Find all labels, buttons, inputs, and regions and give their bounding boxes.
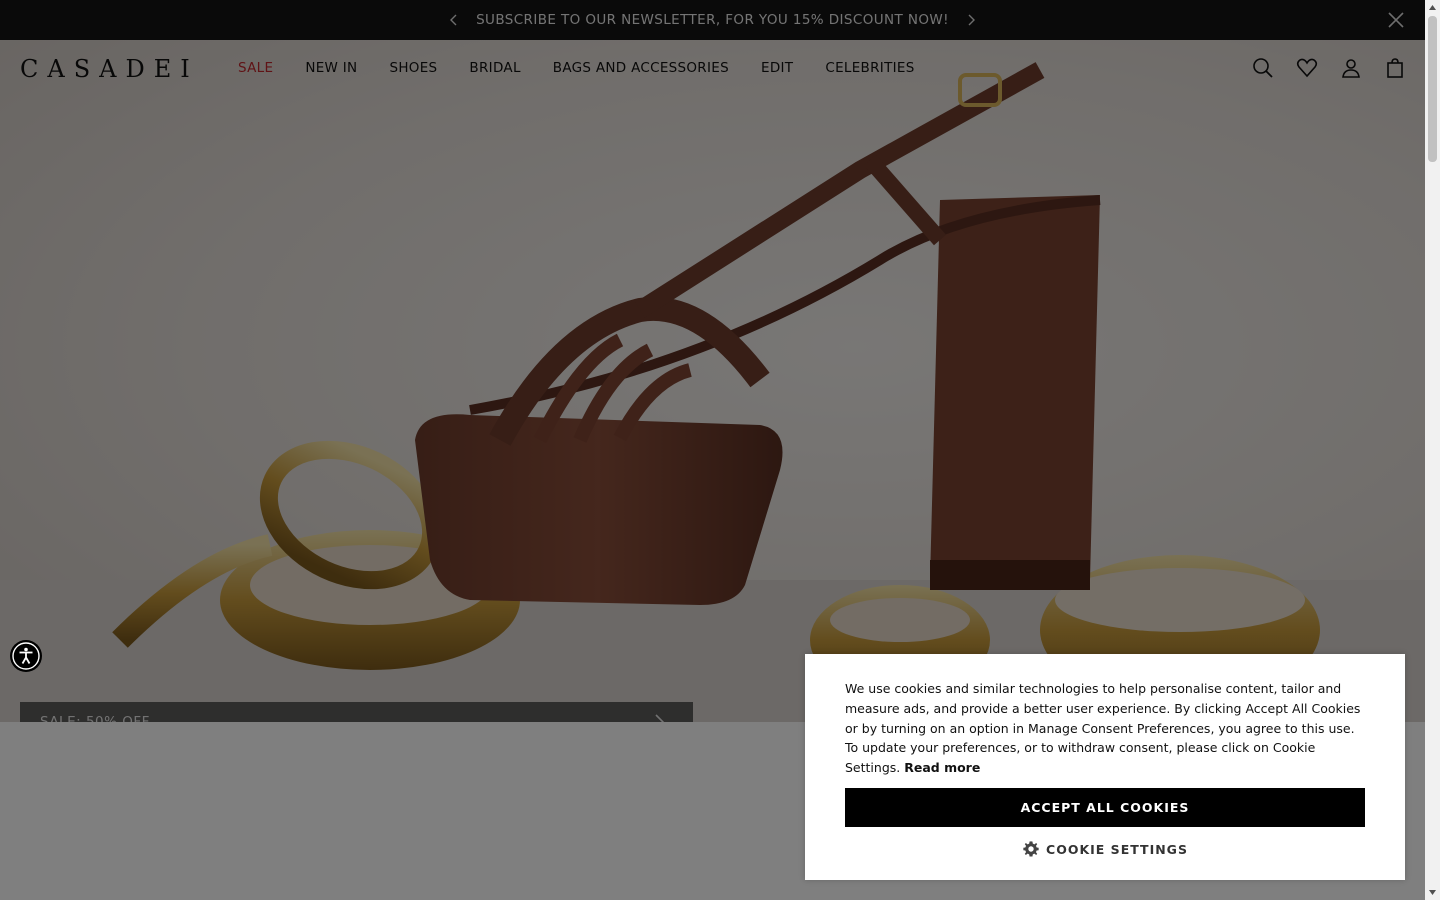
accept-all-cookies-button[interactable]: ACCEPT ALL COOKIES [845,788,1365,827]
vertical-scrollbar[interactable] [1425,0,1440,900]
gear-icon [1023,841,1039,857]
scroll-up-arrow-icon[interactable] [1428,3,1437,12]
cookie-banner: We use cookies and similar technologies … [805,654,1405,880]
cookie-banner-text: We use cookies and similar technologies … [845,679,1367,778]
page: SUBSCRIBE TO OUR NEWSLETTER, FOR YOU 15%… [0,0,1425,900]
accessibility-button[interactable] [10,640,42,672]
read-more-link[interactable]: Read more [904,760,980,775]
cookie-settings-button[interactable]: COOKIE SETTINGS [805,840,1405,860]
accessibility-icon [12,642,40,670]
cookie-settings-label: COOKIE SETTINGS [1046,842,1188,857]
scrollbar-thumb[interactable] [1428,16,1437,162]
scroll-down-arrow-icon[interactable] [1428,888,1437,897]
